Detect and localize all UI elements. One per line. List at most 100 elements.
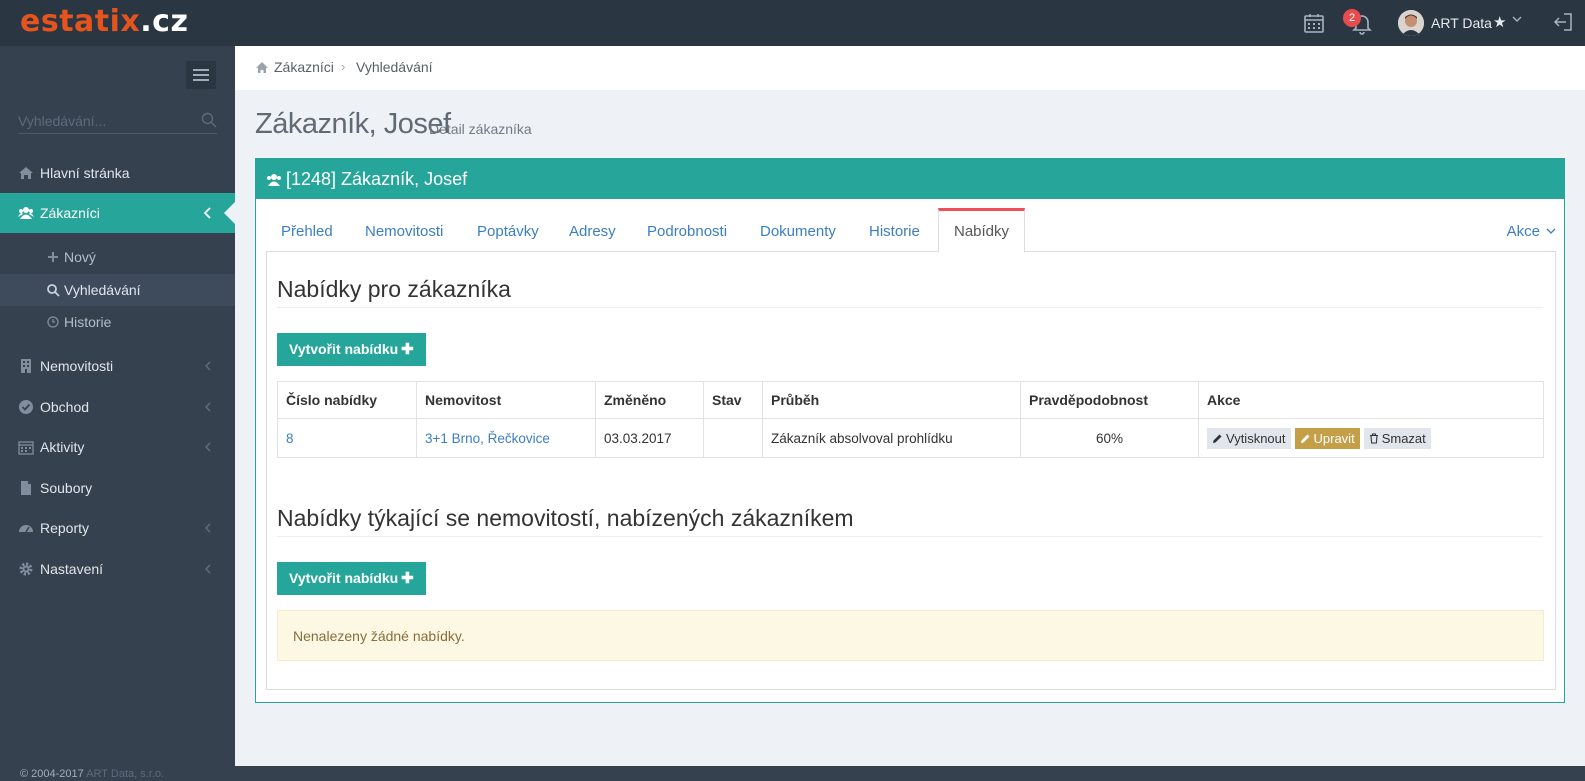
sidebar-item-label: Nemovitosti [40,358,114,374]
sidebar-item-settings[interactable]: Nastavení [0,549,235,589]
sidebar-item-activities[interactable]: Aktivity [0,427,235,467]
building-icon [21,359,31,373]
column-header[interactable]: Číslo nabídky [277,381,417,419]
clock-icon [47,316,59,328]
offer-actions: Vytisknout Upravit Smazat [1198,418,1544,458]
users-icon [267,174,281,186]
offer-probability: 60% [1020,418,1199,458]
sidebar: Vyhledávání... Hlavní stránka Zákazníci … [0,46,236,766]
copyright: © 2004-2017 ART Data, s.r.o. [20,768,165,780]
notification-badge: 2 [1343,9,1361,27]
sidebar-item-properties[interactable]: Nemovitosti [0,346,235,386]
check-circle-icon [19,400,33,414]
search-input[interactable]: Vyhledávání... [18,113,106,129]
section-title: Nabídky pro zákazníka [277,276,511,302]
empty-notice-text: Nenalezeny žádné nabídky. [293,628,465,644]
star-icon[interactable]: ★ [1493,13,1506,31]
avatar[interactable] [1398,10,1424,36]
chevron-down-icon[interactable] [1512,14,1522,24]
search-icon[interactable] [201,112,217,128]
portlet-header: [1248] Zákazník, Josef [256,159,1564,199]
edit-button[interactable]: Upravit [1294,427,1360,449]
empty-notice: Nenalezeny žádné nabídky. [277,610,1544,661]
print-button[interactable]: Vytisknout [1207,427,1291,449]
sidebar-item-label: Hlavní stránka [40,165,130,181]
sidebar-subitem-label: Vyhledávání [64,282,141,298]
offers-table: Číslo nabídky Nemovitost Změněno Stav Pr… [277,381,1544,458]
tab-bar: Přehled Nemovitosti Poptávky Adresy Podr… [266,208,1556,253]
menu-toggle-button[interactable] [186,61,216,89]
tab-addresses[interactable]: Adresy [569,208,616,252]
divider [277,307,1543,308]
column-header[interactable]: Nemovitost [416,381,596,419]
column-header[interactable]: Průběh [762,381,1021,419]
user-name[interactable]: ART Data [1431,15,1492,31]
create-offer-button[interactable]: Vytvořit nabídku ✚ [277,562,426,595]
chevron-left-icon [203,207,211,219]
plus-icon [48,252,58,262]
breadcrumb-separator: › [341,59,346,74]
breadcrumb-customers[interactable]: Zákazníci [274,59,334,75]
sidebar-item-label: Obchod [40,399,90,415]
delete-button[interactable]: Smazat [1363,427,1431,449]
column-header[interactable]: Pravděpodobnost [1020,381,1199,419]
logout-icon[interactable] [1553,12,1573,32]
sidebar-item-reports[interactable]: Reporty [0,508,235,548]
chevron-left-icon [205,442,211,452]
pencil-icon [1300,434,1309,443]
divider [277,536,1543,537]
create-offer-button[interactable]: Vytvořit nabídku ✚ [277,333,426,366]
page-subtitle: Detail zákazníka [429,121,532,137]
tab-documents[interactable]: Dokumenty [760,208,836,252]
chevron-left-icon [205,564,211,574]
sidebar-subitem-search[interactable]: Vyhledávání [0,274,235,306]
company-link[interactable]: ART Data, s.r.o. [86,768,164,780]
tab-history[interactable]: Historie [869,208,920,252]
plus-icon: ✚ [401,570,414,587]
sidebar-item-label: Soubory [40,480,93,496]
calendar-icon [18,441,34,455]
customer-portlet: [1248] Zákazník, Josef Přehled Nemovitos… [255,158,1565,703]
home-icon [19,167,33,179]
portlet-title: [1248] Zákazník, Josef [286,169,468,189]
actions-dropdown[interactable]: Akce [1507,223,1540,240]
sidebar-item-label: Nastavení [40,561,104,577]
plus-icon: ✚ [401,341,414,358]
tab-inquiries[interactable]: Poptávky [477,208,539,252]
sidebar-subitem-new[interactable]: Nový [0,241,235,273]
column-header[interactable]: Změněno [595,381,704,419]
chevron-left-icon [205,402,211,412]
sidebar-subitem-history[interactable]: Historie [0,306,235,338]
tab-details[interactable]: Podrobnosti [647,208,727,252]
dashboard-icon [19,525,33,533]
sidebar-subitem-label: Historie [64,314,112,330]
tab-properties[interactable]: Nemovitosti [365,208,443,252]
column-header[interactable]: Stav [703,381,763,419]
trash-icon [1369,432,1378,444]
offer-number-link[interactable]: 8 [286,431,294,446]
calendar-icon[interactable] [1302,11,1326,35]
main-content: Zákazníci › Vyhledávání Zákazník, Josef … [235,46,1585,766]
chevron-left-icon [205,361,211,371]
file-icon [21,481,31,495]
changed-date: 03.03.2017 [595,418,704,458]
sidebar-subitem-label: Nový [64,249,96,265]
sidebar-search[interactable]: Vyhledávání... [18,108,217,134]
column-header: Akce [1198,381,1544,419]
sidebar-item-label: Zákazníci [40,205,100,221]
tab-overview[interactable]: Přehled [281,208,333,252]
section-title: Nabídky týkající se nemovitostí, nabízen… [277,505,854,531]
sidebar-item-files[interactable]: Soubory [0,468,235,508]
search-icon [47,284,60,297]
sidebar-item-home[interactable]: Hlavní stránka [0,153,235,193]
property-link[interactable]: 3+1 Brno, Řečkovice [425,431,550,446]
offer-state [703,418,763,458]
brand-logo[interactable]: estatix.cz [20,4,188,39]
footer: © 2004-2017 ART Data, s.r.o. [0,766,1585,781]
tab-offers[interactable]: Nabídky [938,208,1026,253]
sidebar-item-business[interactable]: Obchod [0,387,235,427]
page-title: Zákazník, Josef [255,108,451,140]
chevron-down-icon[interactable] [1546,226,1556,236]
pencil-icon [1213,434,1222,443]
sidebar-item-customers[interactable]: Zákazníci [0,193,236,233]
